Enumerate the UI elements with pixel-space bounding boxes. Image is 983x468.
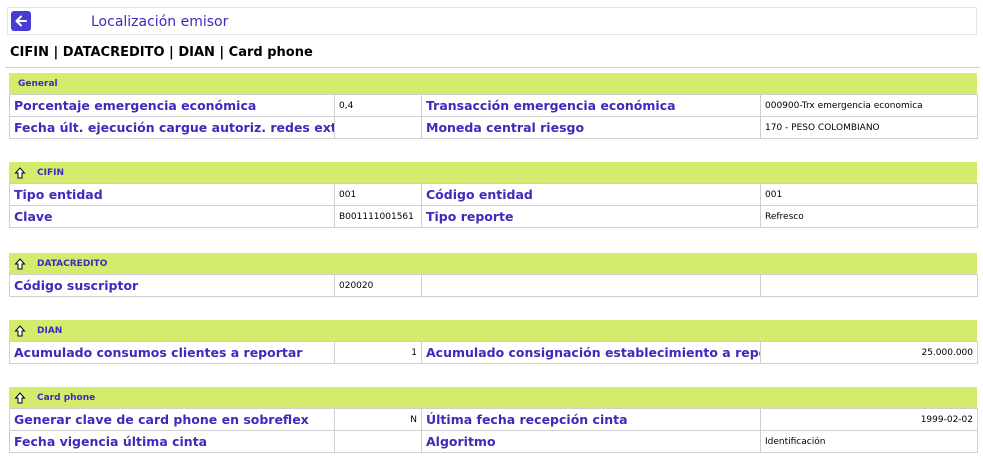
section-header-cifin[interactable]: CIFIN [9, 162, 977, 183]
section-title: General [18, 78, 58, 89]
field-value: 000900-Trx emergencia economica [760, 94, 978, 117]
arrow-up-icon[interactable] [13, 391, 27, 405]
arrow-up-icon[interactable] [13, 257, 27, 271]
field-label: Porcentaje emergencia económica [9, 94, 335, 117]
field-label: Fecha vigencia última cinta [9, 430, 335, 453]
field-value [334, 116, 422, 139]
field-value: 25.000.000 [760, 341, 978, 364]
table-row: Porcentaje emergencia económica 0,4 Tran… [9, 94, 978, 117]
divider [5, 67, 980, 68]
field-label [421, 274, 761, 297]
field-label: Acumulado consumos clientes a reportar [9, 341, 335, 364]
section-general: General Porcentaje emergencia económica … [9, 73, 978, 139]
field-value [760, 274, 978, 297]
field-label: Última fecha recepción cinta [421, 408, 761, 431]
field-label: Clave [9, 205, 335, 228]
field-value [334, 430, 422, 453]
section-cifin: CIFIN Tipo entidad 001 Código entidad 00… [9, 162, 978, 228]
section-dian: DIAN Acumulado consumos clientes a repor… [9, 320, 978, 364]
field-value: 001 [334, 183, 422, 206]
table-row: Fecha últ. ejecución cargue autoriz. red… [9, 116, 978, 139]
field-value: N [334, 408, 422, 431]
field-value: 001 [760, 183, 978, 206]
table-row: Tipo entidad 001 Código entidad 001 [9, 183, 978, 206]
arrow-up-icon[interactable] [13, 166, 27, 180]
field-value: 170 - PESO COLOMBIANO [760, 116, 978, 139]
field-label: Moneda central riesgo [421, 116, 761, 139]
field-label: Tipo entidad [9, 183, 335, 206]
table-row: Fecha vigencia última cinta Algoritmo Id… [9, 430, 978, 453]
section-title: Card phone [37, 392, 96, 403]
table-row: Código suscriptor 020020 [9, 274, 978, 297]
section-header-general: General [9, 73, 977, 94]
section-datacredito: DATACREDITO Código suscriptor 020020 [9, 253, 978, 297]
section-header-datacredito[interactable]: DATACREDITO [9, 253, 977, 274]
field-value: B001111001561 [334, 205, 422, 228]
section-header-cardphone[interactable]: Card phone [9, 387, 977, 408]
section-title: DIAN [37, 325, 63, 336]
section-cardphone: Card phone Generar clave de card phone e… [9, 387, 978, 453]
field-value: 0,4 [334, 94, 422, 117]
arrow-up-icon[interactable] [13, 324, 27, 338]
table-row: Acumulado consumos clientes a reportar 1… [9, 341, 978, 364]
field-value: Identificación [760, 430, 978, 453]
section-title: CIFIN [37, 167, 64, 178]
field-label: Algoritmo [421, 430, 761, 453]
breadcrumb: CIFIN | DATACREDITO | DIAN | Card phone [10, 45, 313, 60]
section-title: DATACREDITO [37, 258, 108, 269]
field-label: Acumulado consignación establecimiento a… [421, 341, 761, 364]
field-label: Fecha últ. ejecución cargue autoriz. red… [9, 116, 335, 139]
field-label: Transacción emergencia económica [421, 94, 761, 117]
table-row: Clave B001111001561 Tipo reporte Refresc… [9, 205, 978, 228]
field-value: 020020 [334, 274, 422, 297]
field-value: Refresco [760, 205, 978, 228]
field-label: Código suscriptor [9, 274, 335, 297]
field-value: 1999-02-02 [760, 408, 978, 431]
top-bar: Localización emisor [7, 7, 977, 35]
section-header-dian[interactable]: DIAN [9, 320, 977, 341]
page-title: Localización emisor [91, 14, 229, 30]
table-row: Generar clave de card phone en sobreflex… [9, 408, 978, 431]
arrow-left-icon [15, 15, 27, 27]
back-button[interactable] [11, 11, 31, 31]
field-label: Tipo reporte [421, 205, 761, 228]
field-label: Código entidad [421, 183, 761, 206]
field-value: 1 [334, 341, 422, 364]
field-label: Generar clave de card phone en sobreflex [9, 408, 335, 431]
